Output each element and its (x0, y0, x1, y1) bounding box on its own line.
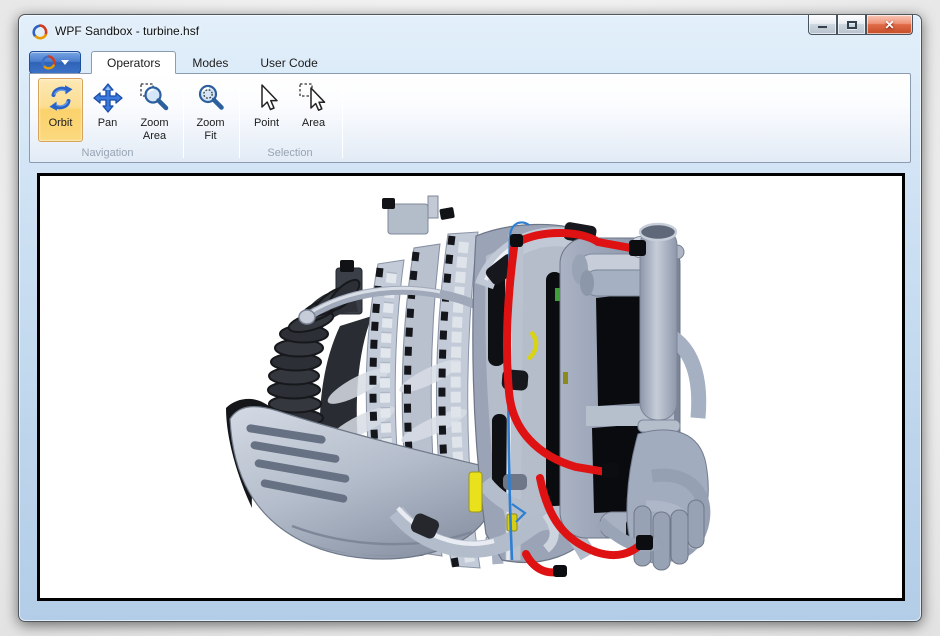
area-cursor-icon (298, 82, 330, 114)
minimize-button[interactable] (808, 15, 837, 35)
window-title: WPF Sandbox - turbine.hsf (55, 24, 199, 38)
ribbon-group-navigation: Orbit Pan (34, 77, 181, 162)
app-swirl-icon (41, 55, 56, 70)
close-button[interactable]: ✕ (866, 15, 913, 35)
zoom-fit-label: Zoom Fit (189, 117, 232, 142)
close-icon: ✕ (884, 19, 894, 31)
titlebar: WPF Sandbox - turbine.hsf ✕ (19, 15, 921, 49)
area-select-button[interactable]: Area (291, 78, 336, 142)
chevron-down-icon (61, 60, 69, 65)
group-label-selection: Selection (240, 145, 340, 162)
pan-label: Pan (98, 117, 118, 130)
point-label: Point (254, 117, 279, 130)
point-cursor-icon (251, 82, 283, 114)
turbine-model-render (40, 176, 902, 598)
ribbon-tab-strip: Operators Modes User Code (29, 49, 911, 74)
group-separator (342, 81, 343, 158)
zoom-area-label: Zoom Area (133, 117, 176, 142)
app-window: WPF Sandbox - turbine.hsf ✕ Operators Mo… (18, 14, 922, 622)
ribbon: Orbit Pan (29, 73, 911, 163)
orbit-button[interactable]: Orbit (38, 78, 83, 142)
zoom-fit-button[interactable]: Zoom Fit (188, 78, 233, 143)
maximize-button[interactable] (837, 15, 866, 35)
tab-user-code[interactable]: User Code (244, 51, 333, 74)
point-select-button[interactable]: Point (244, 78, 289, 142)
ribbon-group-zoom-fit: Zoom Fit (184, 77, 237, 162)
area-label: Area (302, 117, 325, 130)
pan-icon (92, 82, 124, 114)
minimize-icon (818, 26, 827, 29)
orbit-label: Orbit (49, 117, 73, 130)
group-label-navigation: Navigation (34, 145, 181, 162)
zoom-fit-icon (195, 82, 227, 114)
app-logo-icon (32, 24, 48, 40)
ribbon-group-selection: Point Area Selection (240, 77, 340, 162)
group-label-empty (184, 157, 237, 162)
tab-operators[interactable]: Operators (91, 51, 176, 74)
maximize-icon (847, 21, 857, 29)
window-controls: ✕ (808, 15, 913, 35)
application-menu-button[interactable] (29, 51, 81, 74)
orbit-icon (45, 82, 77, 114)
zoom-area-button[interactable]: Zoom Area (132, 78, 177, 143)
pan-button[interactable]: Pan (85, 78, 130, 142)
3d-viewport[interactable] (37, 173, 905, 601)
tab-modes[interactable]: Modes (176, 51, 244, 74)
zoom-area-icon (139, 82, 171, 114)
